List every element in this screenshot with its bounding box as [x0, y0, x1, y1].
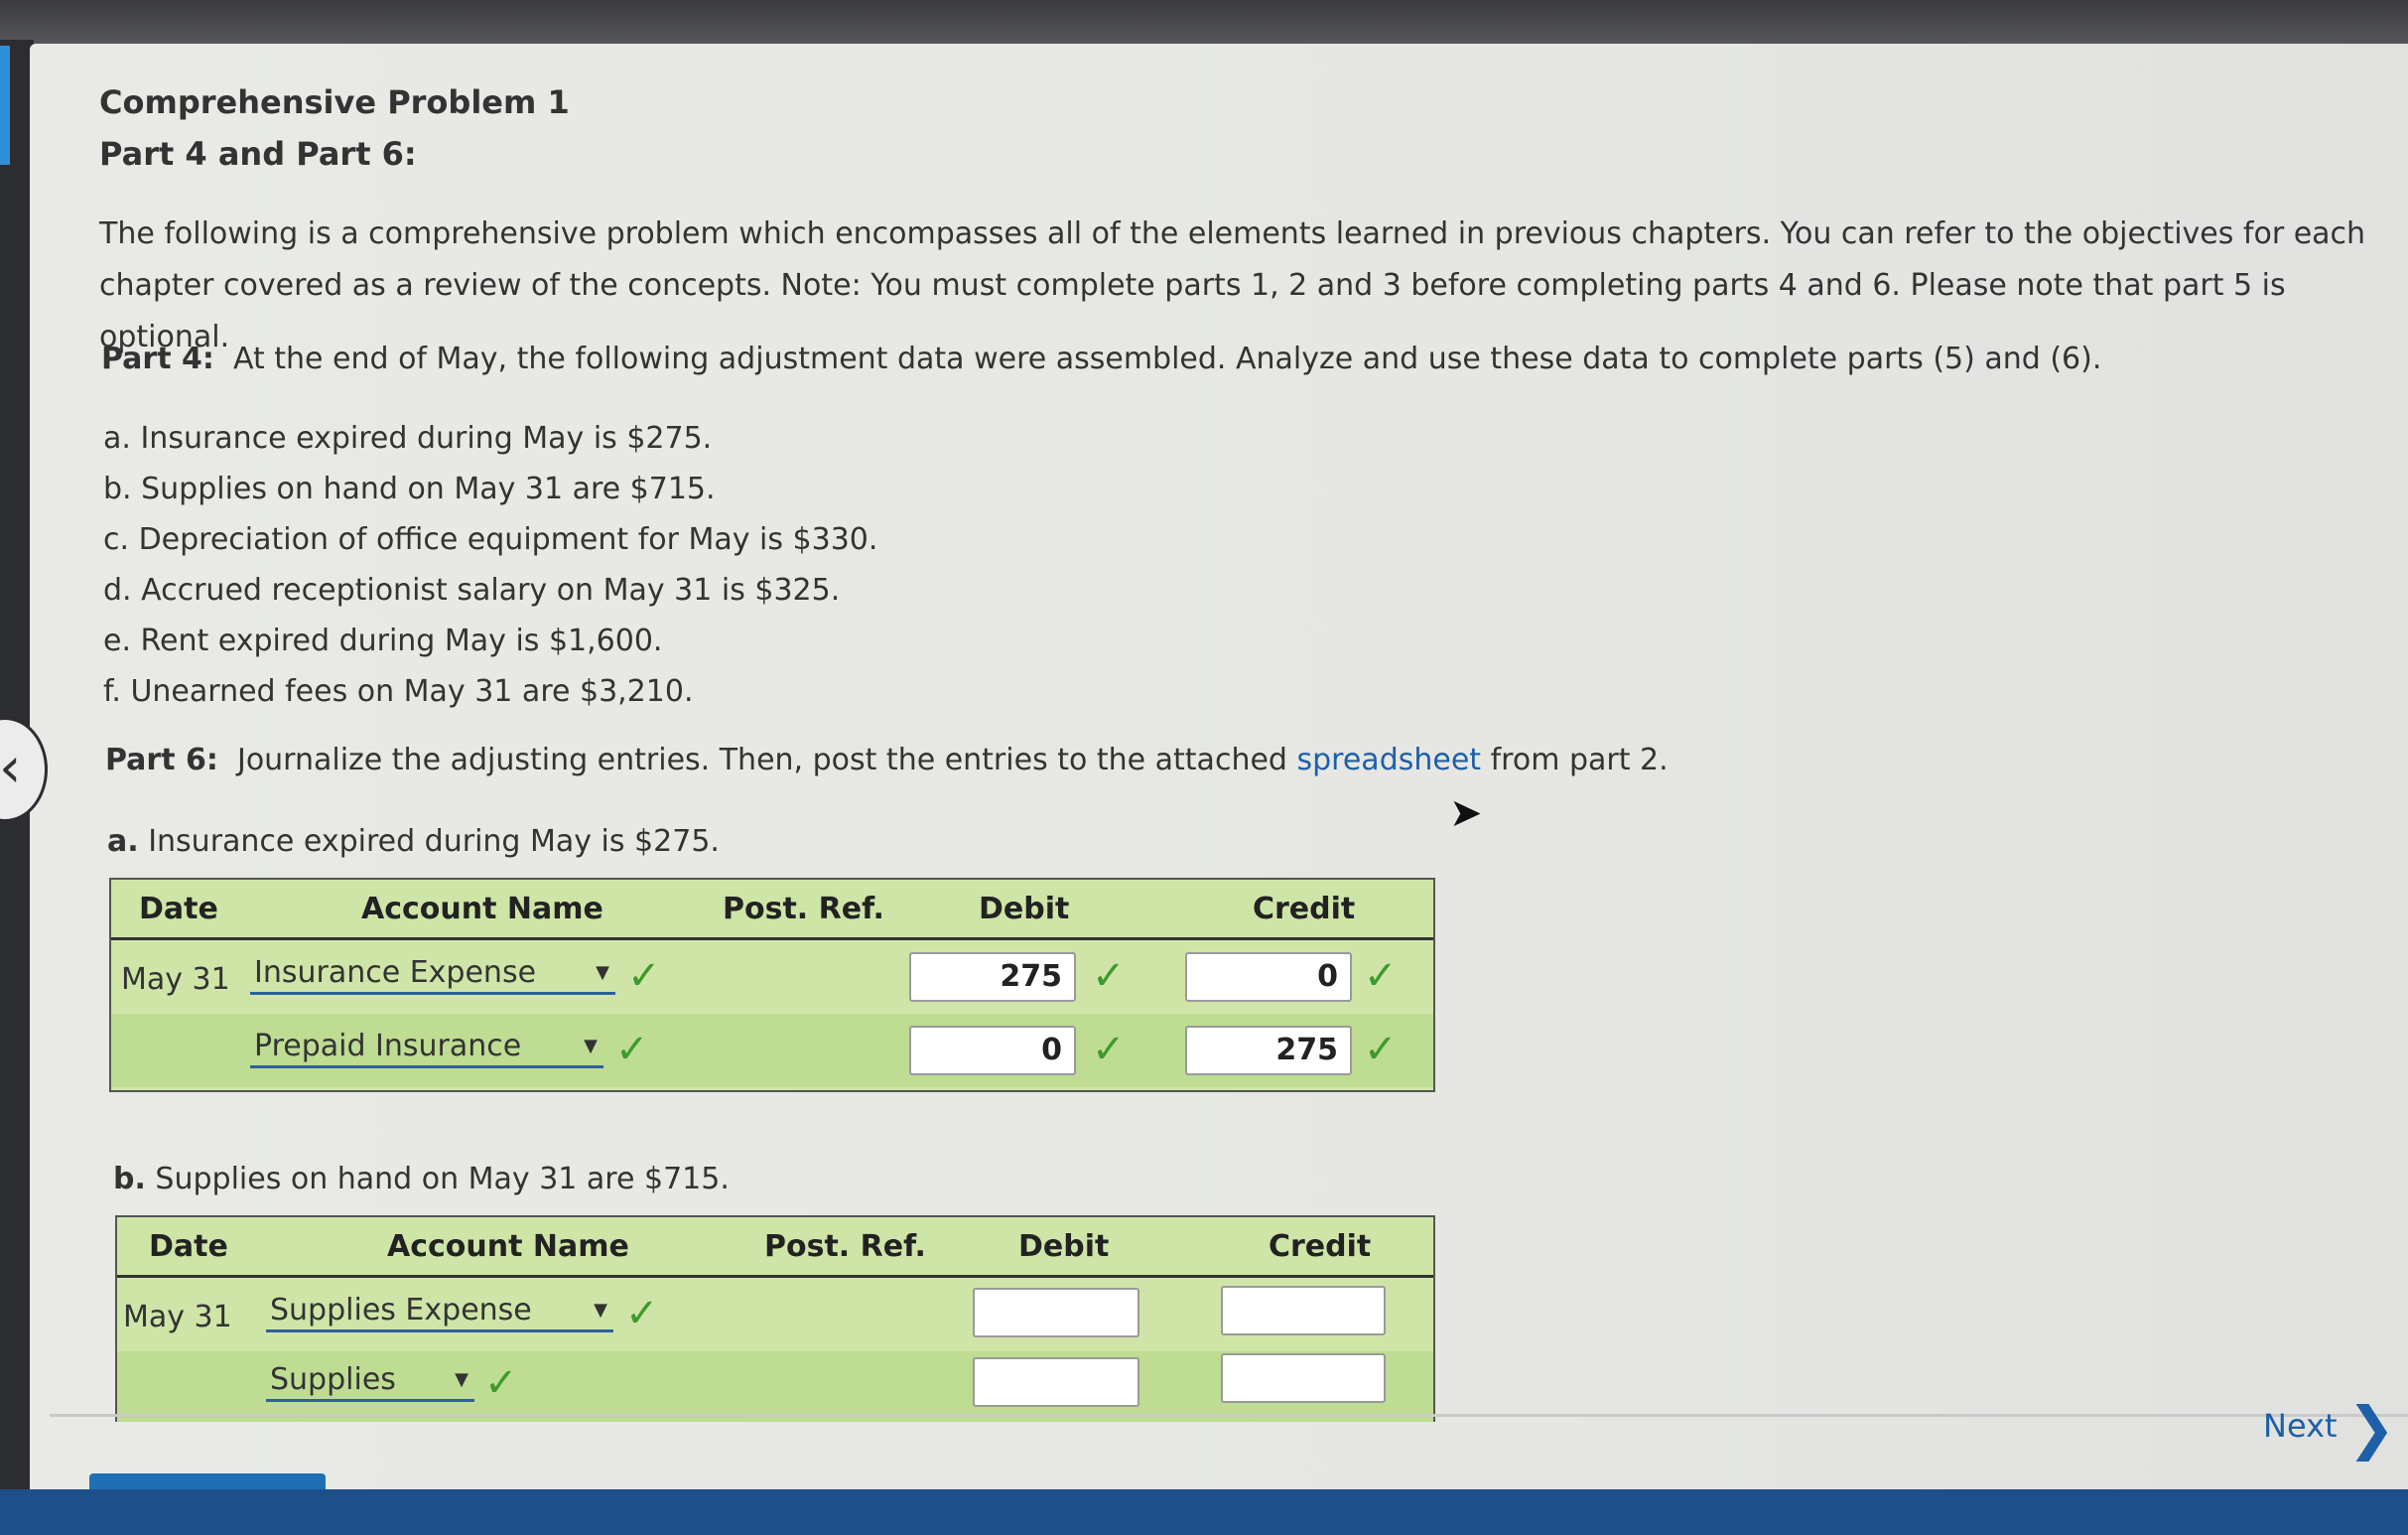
- credit-input[interactable]: [1221, 1286, 1386, 1335]
- dropdown-arrow-icon: ▼: [594, 1300, 607, 1321]
- account-dropdown[interactable]: Supplies Expense ▼: [266, 1292, 613, 1332]
- list-item: f. Unearned fees on May 31 are $3,210.: [103, 674, 694, 709]
- screen: Comprehensive Problem 1 Part 4 and Part …: [30, 44, 2408, 1535]
- checkmark-icon: ✓: [627, 953, 661, 999]
- col-account-name: Account Name: [361, 892, 603, 926]
- chevron-left-icon: ‹: [0, 736, 22, 800]
- account-dropdown[interactable]: Supplies ▼: [266, 1361, 474, 1402]
- page-title: Comprehensive Problem 1: [99, 83, 570, 121]
- col-account-name: Account Name: [387, 1229, 629, 1264]
- col-credit: Credit: [1253, 892, 1356, 926]
- journal-b-letter: b.: [113, 1162, 146, 1196]
- part6-instructions: Part 6: Journalize the adjusting entries…: [105, 743, 1669, 777]
- checkmark-icon: ✓: [1092, 953, 1126, 999]
- journal-header: Date Account Name Post. Ref. Debit Credi…: [117, 1217, 1433, 1278]
- journal-header: Date Account Name Post. Ref. Debit Credi…: [111, 880, 1433, 940]
- problem-content: Comprehensive Problem 1 Part 4 and Part …: [30, 44, 2408, 1535]
- account-selected: Insurance Expense: [254, 955, 537, 990]
- col-date: Date: [149, 1229, 228, 1264]
- next-label: Next: [2263, 1407, 2338, 1445]
- list-item: e. Rent expired during May is $1,600.: [103, 624, 663, 658]
- dropdown-arrow-icon: ▼: [584, 1036, 598, 1056]
- account-dropdown[interactable]: Insurance Expense ▼: [250, 954, 615, 995]
- list-item: c. Depreciation of office equipment for …: [103, 522, 878, 557]
- account-selected: Prepaid Insurance: [254, 1029, 522, 1063]
- journal-table-a: Date Account Name Post. Ref. Debit Credi…: [109, 878, 1435, 1092]
- table-row: Prepaid Insurance ▼ ✓ 0 ✓ 275 ✓: [111, 1014, 1433, 1087]
- list-item: a. Insurance expired during May is $275.: [103, 421, 713, 456]
- part4-label: Part 4:: [101, 342, 214, 376]
- list-item: d. Accrued receptionist salary on May 31…: [103, 573, 841, 608]
- credit-input[interactable]: 0: [1185, 952, 1352, 1002]
- row-date: May 31: [121, 962, 230, 997]
- part6-label: Part 6:: [105, 743, 218, 777]
- part6-text: Journalize the adjusting entries. Then, …: [236, 743, 1287, 777]
- part6-text-end: from part 2.: [1490, 743, 1669, 777]
- table-row: May 31 Supplies Expense ▼ ✓: [117, 1278, 1433, 1351]
- journal-b-text: Supplies on hand on May 31 are $715.: [155, 1162, 730, 1196]
- dropdown-arrow-icon: ▼: [596, 962, 609, 983]
- journal-table-b: Date Account Name Post. Ref. Debit Credi…: [115, 1215, 1435, 1422]
- window-edge-accent: [0, 46, 10, 165]
- debit-input[interactable]: [973, 1357, 1139, 1407]
- checkmark-icon: ✓: [625, 1291, 659, 1336]
- chevron-right-icon: ❯: [2346, 1394, 2396, 1462]
- checkmark-icon: ✓: [1364, 953, 1398, 999]
- journal-a-label: a. Insurance expired during May is $275.: [107, 824, 720, 859]
- col-credit: Credit: [1269, 1229, 1372, 1264]
- col-date: Date: [139, 892, 218, 926]
- table-row: Supplies ▼ ✓: [117, 1351, 1433, 1422]
- col-debit: Debit: [1018, 1229, 1110, 1264]
- checkmark-icon: ✓: [484, 1360, 518, 1406]
- credit-input[interactable]: 275: [1185, 1026, 1352, 1075]
- bottom-bar: [0, 1489, 2408, 1535]
- col-post-ref: Post. Ref.: [764, 1229, 926, 1264]
- checkmark-icon: ✓: [1092, 1027, 1126, 1072]
- col-post-ref: Post. Ref.: [723, 892, 884, 926]
- row-date: May 31: [123, 1300, 232, 1334]
- col-debit: Debit: [979, 892, 1070, 926]
- next-button[interactable]: Next ❯: [2263, 1394, 2395, 1462]
- page-subtitle: Part 4 and Part 6:: [99, 135, 417, 173]
- account-selected: Supplies: [270, 1362, 396, 1397]
- spreadsheet-link[interactable]: spreadsheet: [1297, 743, 1482, 777]
- checkmark-icon: ✓: [615, 1027, 649, 1072]
- account-selected: Supplies Expense: [270, 1293, 532, 1327]
- journal-a-letter: a.: [107, 824, 139, 859]
- journal-a-text: Insurance expired during May is $275.: [148, 824, 720, 859]
- part4-instructions: Part 4: At the end of May, the following…: [101, 342, 2101, 376]
- checkmark-icon: ✓: [1364, 1027, 1398, 1072]
- debit-input[interactable]: 275: [909, 952, 1076, 1002]
- debit-input[interactable]: [973, 1288, 1139, 1337]
- list-item: b. Supplies on hand on May 31 are $715.: [103, 472, 716, 506]
- adjustment-list: a. Insurance expired during May is $275.…: [103, 413, 877, 717]
- dropdown-arrow-icon: ▼: [455, 1369, 468, 1390]
- journal-b-label: b. Supplies on hand on May 31 are $715.: [113, 1162, 730, 1196]
- credit-input[interactable]: [1221, 1353, 1386, 1403]
- intro-paragraph: The following is a comprehensive problem…: [99, 216, 2366, 354]
- debit-input[interactable]: 0: [909, 1026, 1076, 1075]
- footer-divider: [50, 1414, 2408, 1417]
- table-row: May 31 Insurance Expense ▼ ✓ 275 ✓ 0 ✓: [111, 940, 1433, 1014]
- account-dropdown[interactable]: Prepaid Insurance ▼: [250, 1028, 603, 1068]
- mouse-cursor-icon: ➤: [1449, 790, 1483, 836]
- part4-text: At the end of May, the following adjustm…: [232, 342, 2102, 376]
